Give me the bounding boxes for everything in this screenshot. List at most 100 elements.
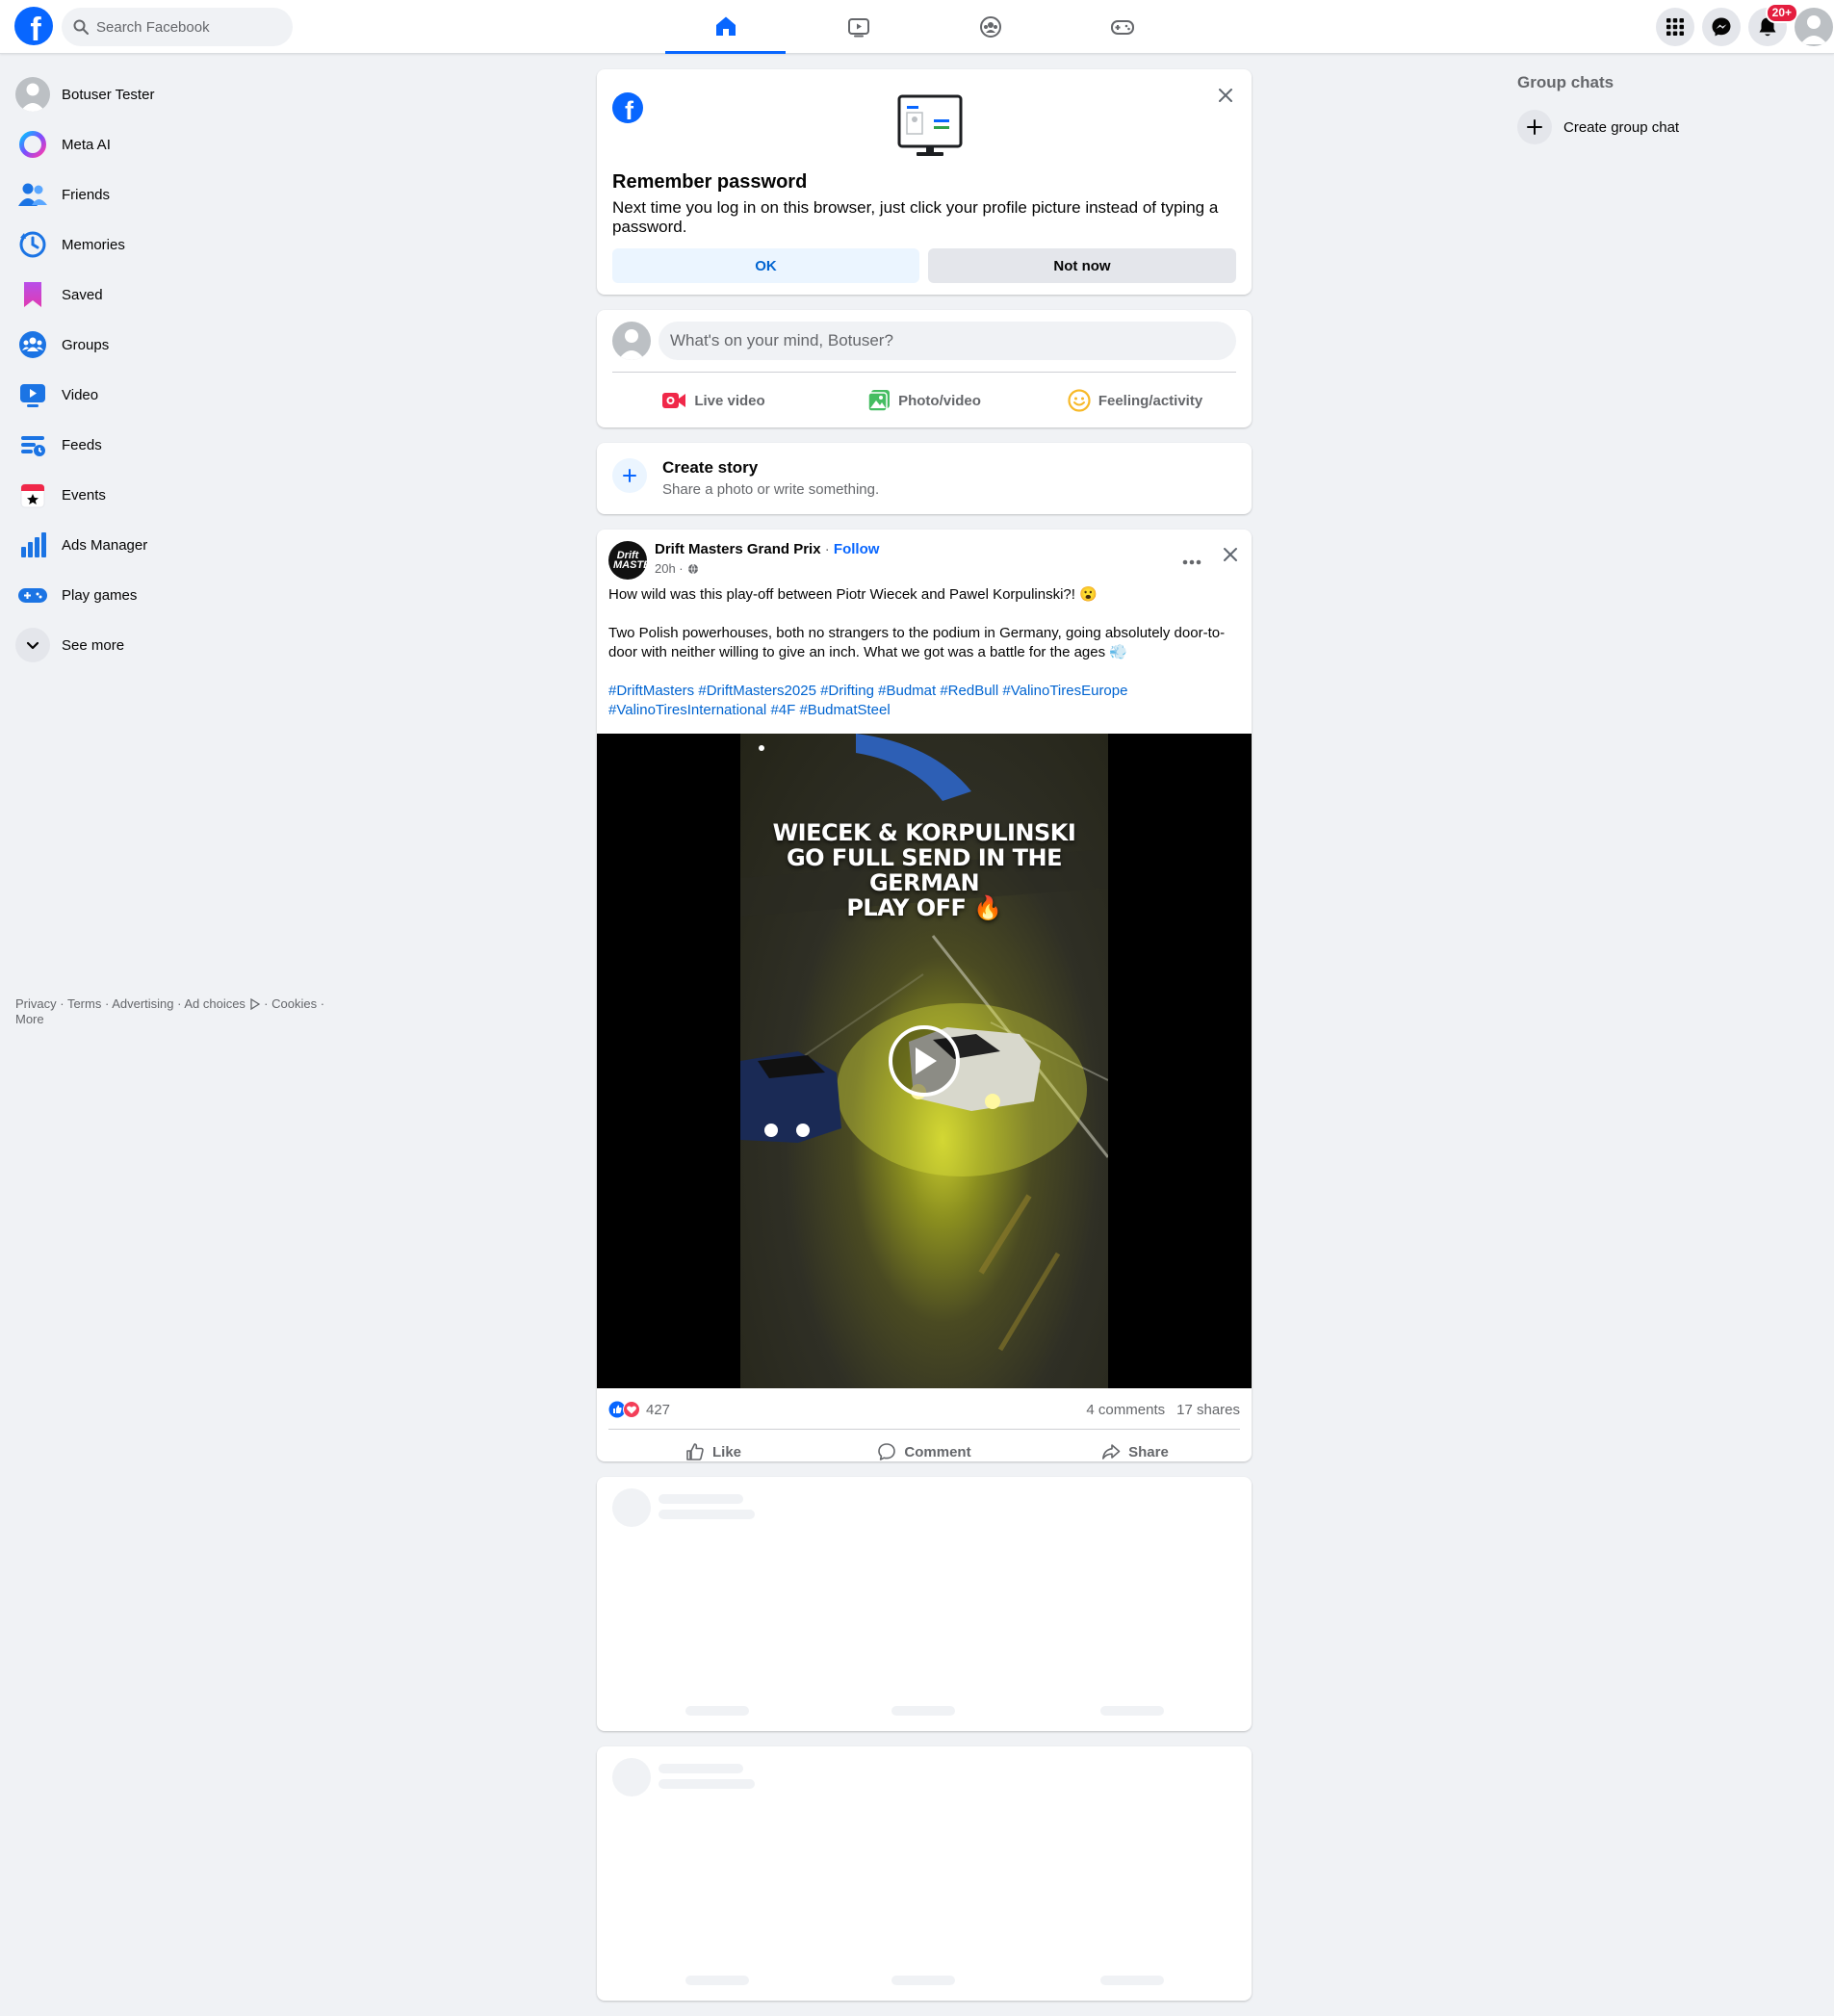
tab-home[interactable]	[665, 0, 786, 54]
follow-link[interactable]: Follow	[834, 541, 880, 557]
comments-count[interactable]: 4 comments	[1086, 1402, 1165, 1418]
sidebar-item-events[interactable]: Events	[8, 470, 335, 520]
reactions-count[interactable]: 427	[646, 1402, 670, 1418]
hashtag-link[interactable]: #DriftMasters2025	[698, 683, 816, 699]
profile-avatar-icon	[1800, 15, 1827, 44]
saved-icon	[15, 277, 50, 312]
love-reaction-icon	[623, 1401, 640, 1418]
sidebar-item-profile[interactable]: Botuser Tester	[8, 69, 335, 119]
messenger-button[interactable]	[1702, 8, 1741, 46]
photo-video-button[interactable]: Photo/video	[823, 381, 1025, 420]
comment-icon	[878, 1443, 896, 1460]
more-options-icon[interactable]	[1182, 549, 1201, 571]
hashtag-link[interactable]: #BudmatSteel	[799, 702, 890, 718]
profile-avatar-icon[interactable]	[612, 322, 651, 360]
facebook-logo-icon[interactable]: f	[14, 7, 53, 48]
share-label: Share	[1128, 1443, 1169, 1460]
live-video-button[interactable]: Live video	[612, 381, 814, 420]
sidebar-item-meta-ai[interactable]: Meta AI	[8, 119, 335, 169]
post-author-name[interactable]: Drift Masters Grand Prix	[655, 541, 821, 557]
post-video-player[interactable]: WIECEK & KORPULINSKI GO FULL SEND IN THE…	[597, 734, 1252, 1388]
video-icon	[15, 377, 50, 412]
profile-avatar-icon	[15, 77, 50, 112]
account-avatar-button[interactable]	[1795, 8, 1833, 46]
skeleton-action	[1100, 1976, 1164, 1985]
home-icon	[715, 16, 736, 36]
hashtag-link[interactable]: #Drifting	[820, 683, 874, 699]
cookies-link[interactable]: Cookies	[271, 996, 317, 1011]
search-box[interactable]	[62, 8, 293, 46]
sidebar-item-see-more[interactable]: See more	[8, 620, 335, 670]
skeleton-action	[685, 1976, 749, 1985]
notification-count-badge: 20+	[1765, 3, 1798, 23]
post-composer-card: What's on your mind, Botuser? Live video…	[597, 310, 1252, 427]
page-avatar[interactable]: Drift MASTERS	[608, 541, 665, 580]
shares-count[interactable]: 17 shares	[1176, 1402, 1240, 1418]
sidebar-item-label: Meta AI	[62, 136, 111, 153]
sidebar-item-label: Saved	[62, 286, 103, 303]
ad-choices-link[interactable]: Ad choices	[184, 996, 245, 1011]
tab-video[interactable]	[798, 0, 918, 54]
sidebar-item-feeds[interactable]: Feeds	[8, 420, 335, 470]
separator: ·	[820, 541, 834, 557]
sidebar-item-memories[interactable]: Memories	[8, 220, 335, 270]
like-icon	[686, 1443, 704, 1460]
top-navigation-bar: f 20+	[0, 0, 1834, 54]
left-sidebar: Botuser Tester Meta AI Friends Memories …	[8, 69, 335, 670]
skeleton-line	[659, 1494, 743, 1504]
tab-gaming[interactable]	[1062, 0, 1182, 54]
sidebar-item-label: Memories	[62, 236, 125, 253]
sidebar-item-friends[interactable]: Friends	[8, 169, 335, 220]
advertising-link[interactable]: Advertising	[112, 996, 173, 1011]
sidebar-item-saved[interactable]: Saved	[8, 270, 335, 320]
sidebar-item-groups[interactable]: Groups	[8, 320, 335, 370]
play-button[interactable]	[889, 1025, 960, 1097]
hashtag-link[interactable]: #ValinoTiresEurope	[1002, 683, 1127, 699]
hashtag-link[interactable]: #ValinoTiresInternational	[608, 702, 766, 718]
gaming-icon	[1110, 20, 1134, 35]
ad-choices-icon	[249, 997, 260, 1011]
like-button[interactable]: Like	[608, 1434, 818, 1469]
notifications-button[interactable]: 20+	[1748, 3, 1798, 46]
post-paragraph: How wild was this play-off between Piotr…	[608, 586, 1098, 603]
close-icon[interactable]	[1223, 547, 1238, 567]
sidebar-item-play-games[interactable]: Play games	[8, 570, 335, 620]
hashtag-link[interactable]: #Budmat	[878, 683, 936, 699]
more-link[interactable]: More	[15, 1012, 44, 1026]
comment-label: Comment	[904, 1443, 971, 1460]
sidebar-item-label: See more	[62, 636, 125, 654]
create-story-subtitle: Share a photo or write something.	[662, 481, 880, 498]
like-label: Like	[711, 1443, 741, 1460]
search-icon	[73, 19, 89, 35]
terms-link[interactable]: Terms	[67, 996, 101, 1011]
feeling-activity-button[interactable]: Feeling/activity	[1034, 381, 1236, 420]
hashtag-link[interactable]: #DriftMasters	[608, 683, 694, 699]
globe-icon	[687, 563, 698, 575]
hashtag-link[interactable]: #4F	[770, 702, 795, 718]
loading-post-placeholder	[597, 1746, 1252, 2001]
sidebar-item-label: Events	[62, 486, 106, 504]
blue-drift-car	[740, 1051, 841, 1143]
create-story-card[interactable]: Create story Share a photo or write some…	[597, 443, 1252, 514]
sidebar-item-video[interactable]: Video	[8, 370, 335, 420]
groups-icon	[979, 16, 1001, 38]
privacy-link[interactable]: Privacy	[15, 996, 57, 1011]
sidebar-item-label: Ads Manager	[62, 536, 148, 554]
comment-button[interactable]: Comment	[819, 1434, 1029, 1469]
whats-on-your-mind-input[interactable]: What's on your mind, Botuser?	[659, 322, 1236, 360]
close-icon[interactable]	[1213, 83, 1238, 108]
sidebar-item-label: Botuser Tester	[62, 86, 155, 103]
ok-button[interactable]: OK	[612, 248, 919, 283]
create-group-chat-button[interactable]: Create group chat	[1510, 108, 1818, 146]
post-time[interactable]: 20h ·	[655, 561, 684, 576]
not-now-button[interactable]: Not now	[928, 248, 1236, 283]
search-input[interactable]	[96, 18, 279, 36]
sidebar-item-ads-manager[interactable]: Ads Manager	[8, 520, 335, 570]
remember-password-description: Next time you log in on this browser, ju…	[612, 198, 1219, 236]
tab-groups[interactable]	[930, 0, 1050, 54]
groups-icon	[15, 327, 50, 362]
share-button[interactable]: Share	[1030, 1434, 1240, 1469]
hashtag-link[interactable]: #RedBull	[940, 683, 998, 699]
post-timestamp: 20h ·	[655, 561, 699, 576]
menu-button[interactable]	[1656, 8, 1694, 46]
